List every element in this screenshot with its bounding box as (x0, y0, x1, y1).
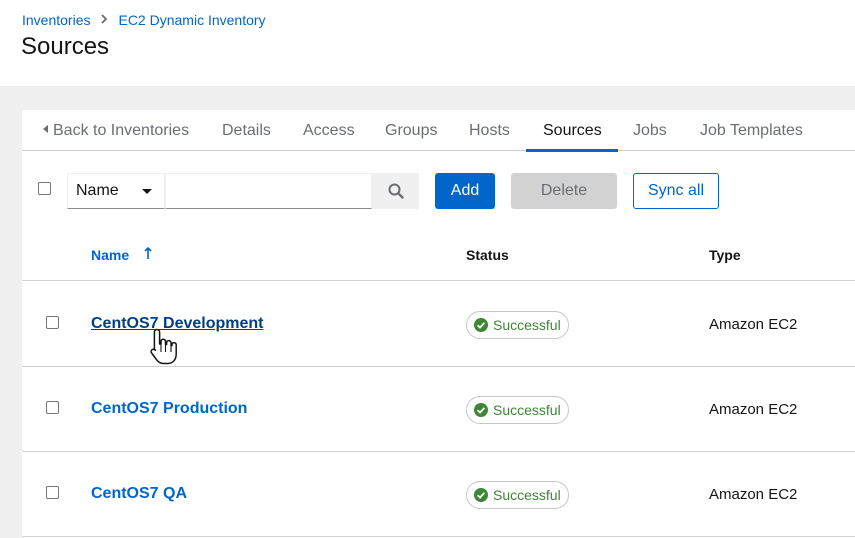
table-row: CentOS7 QA Successful Amazon EC2 (22, 452, 855, 537)
source-type: Amazon EC2 (709, 401, 798, 418)
tab-job-templates[interactable]: Job Templates (700, 110, 803, 151)
source-type: Amazon EC2 (709, 486, 798, 503)
column-header-name[interactable]: Name (91, 246, 152, 263)
breadcrumb: Inventories EC2 Dynamic Inventory (22, 12, 266, 28)
sync-all-button[interactable]: Sync all (633, 173, 719, 209)
status-label: Successful (493, 317, 561, 333)
status-badge: Successful (466, 481, 569, 509)
source-name-link[interactable]: CentOS7 Development (91, 315, 263, 333)
add-button[interactable]: Add (435, 173, 495, 209)
tab-sources[interactable]: Sources (526, 110, 618, 152)
row-checkbox[interactable] (46, 316, 59, 329)
status-label: Successful (493, 487, 561, 503)
table-row: CentOS7 Development Successful Amazon EC… (22, 282, 855, 367)
column-header-name-label: Name (91, 247, 130, 263)
status-label: Successful (493, 402, 561, 418)
check-circle-icon (474, 318, 488, 332)
toolbar: Name Add Delete Sync all (22, 151, 855, 231)
table-row: CentOS7 Production Successful Amazon EC2 (22, 367, 855, 452)
filter-key-value: Name (76, 182, 119, 199)
page-header: Inventories EC2 Dynamic Inventory Source… (0, 0, 855, 86)
table-header: Name Status Type (22, 231, 855, 281)
source-name-link[interactable]: CentOS7 QA (91, 485, 187, 503)
column-header-status[interactable]: Status (466, 247, 509, 263)
row-checkbox[interactable] (46, 486, 59, 499)
status-badge: Successful (466, 396, 569, 424)
caret-down-icon (142, 189, 152, 194)
breadcrumb-separator-icon (100, 13, 108, 27)
check-circle-icon (474, 488, 488, 502)
breadcrumb-ec2-dynamic-inventory[interactable]: EC2 Dynamic Inventory (118, 12, 265, 28)
tab-label: Back to Inventories (53, 122, 190, 139)
source-type: Amazon EC2 (709, 316, 798, 333)
sort-ascending-icon (144, 246, 152, 263)
filter-key-select[interactable]: Name (67, 173, 165, 209)
check-circle-icon (474, 403, 488, 417)
tab-jobs[interactable]: Jobs (633, 110, 667, 151)
status-badge: Successful (466, 311, 569, 339)
search-input[interactable] (165, 173, 372, 209)
sources-card: Back to Inventories Details Access Group… (22, 110, 855, 538)
tab-hosts[interactable]: Hosts (469, 110, 510, 151)
delete-button[interactable]: Delete (511, 173, 617, 209)
tab-groups[interactable]: Groups (385, 110, 437, 151)
search-icon (388, 183, 404, 199)
tab-bar: Back to Inventories Details Access Group… (22, 110, 855, 152)
tab-back-to-inventories[interactable]: Back to Inventories (43, 110, 189, 151)
search-button[interactable] (372, 173, 419, 209)
tab-access[interactable]: Access (303, 110, 355, 151)
breadcrumb-inventories[interactable]: Inventories (22, 12, 90, 28)
source-name-link[interactable]: CentOS7 Production (91, 400, 247, 418)
caret-left-icon (43, 125, 48, 133)
column-header-type[interactable]: Type (709, 247, 741, 263)
page-title: Sources (21, 33, 110, 60)
tab-details[interactable]: Details (222, 110, 271, 151)
select-all-checkbox[interactable] (38, 182, 51, 195)
row-checkbox[interactable] (46, 401, 59, 414)
